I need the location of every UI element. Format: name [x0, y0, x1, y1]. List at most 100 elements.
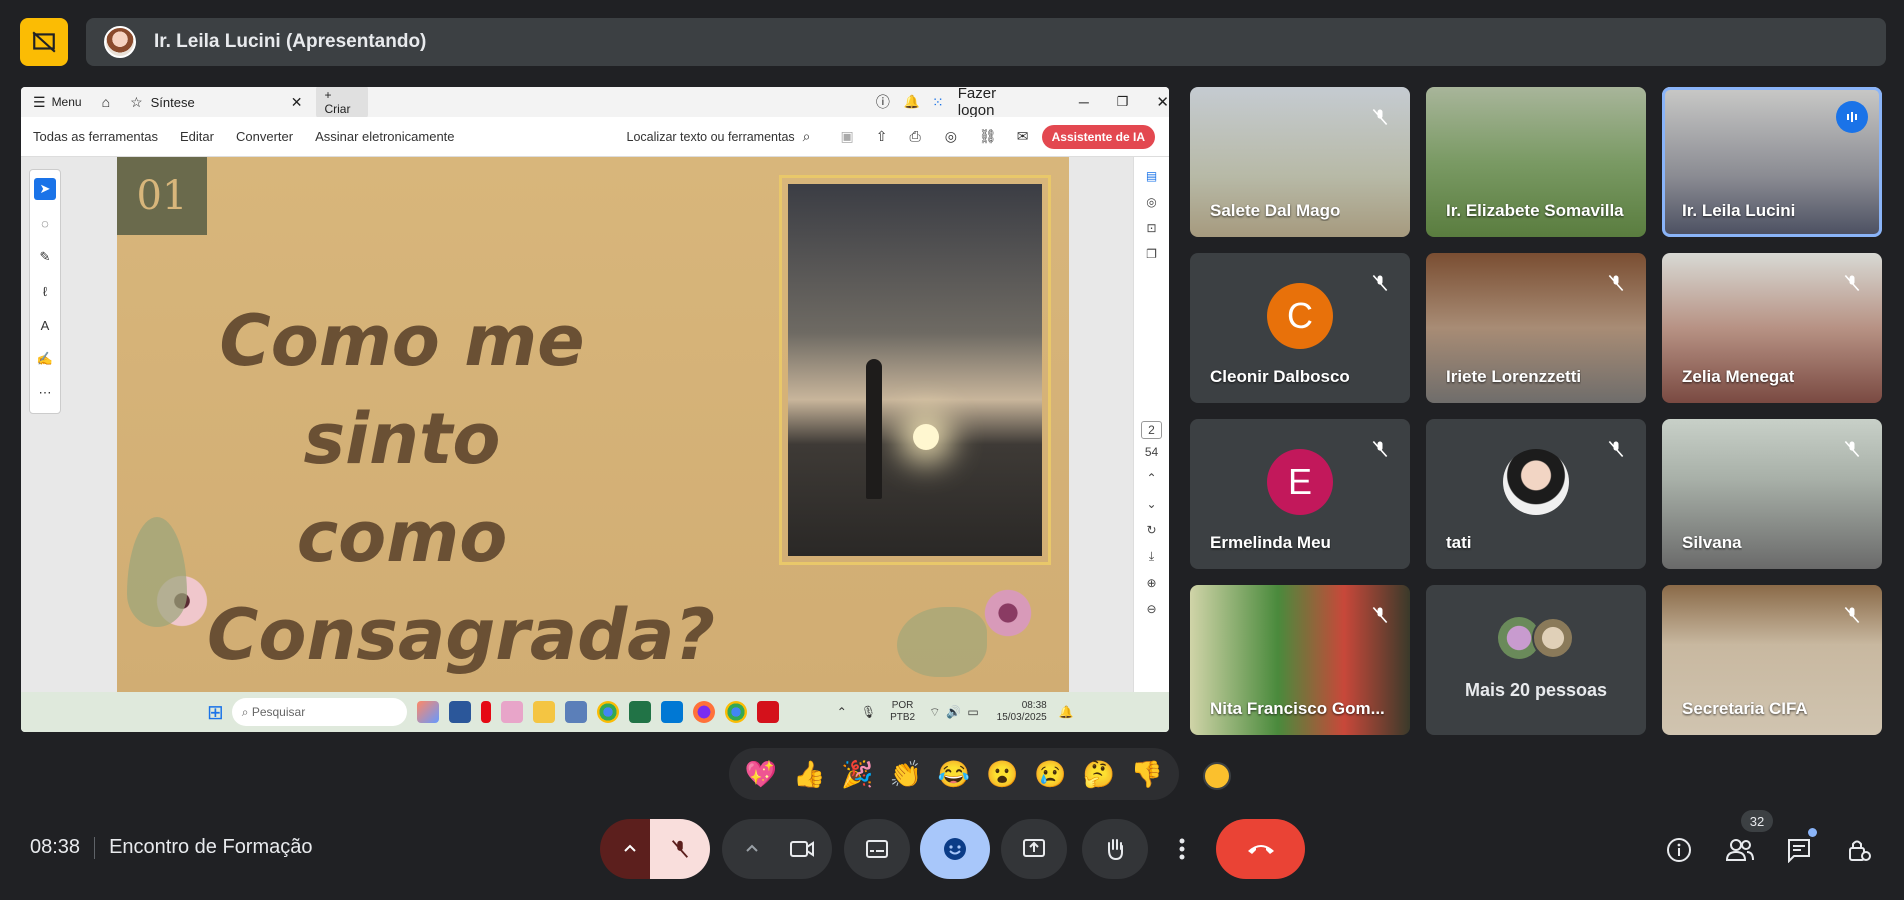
participant-tile[interactable]: Iriete Lorenzzetti	[1426, 253, 1646, 403]
minimize-icon[interactable]: ─	[1079, 94, 1089, 110]
excel-icon[interactable]	[628, 701, 651, 723]
upload-icon[interactable]: ⇧	[876, 128, 888, 145]
toolbar-item-convert[interactable]: Converter	[236, 129, 293, 144]
chrome-icon[interactable]	[724, 701, 747, 723]
sign-icon[interactable]: ✍	[34, 348, 56, 370]
close-tab-icon[interactable]: ✕	[291, 94, 303, 111]
people-button[interactable]	[1724, 834, 1756, 866]
link-icon[interactable]: ⛓	[979, 128, 997, 145]
clock[interactable]: 08:38 15/03/2025	[997, 700, 1047, 724]
wifi-icon[interactable]: ⌔	[929, 705, 940, 720]
acrobat-icon[interactable]	[756, 701, 779, 723]
skin-tone-button[interactable]	[1203, 762, 1231, 790]
participant-tile[interactable]: Silvana	[1662, 419, 1882, 569]
snipping-icon[interactable]	[500, 701, 523, 723]
toolbar-item-sign[interactable]: Assinar eletronicamente	[315, 129, 454, 144]
bell-icon[interactable]: 🔔	[904, 94, 920, 110]
notification-icon[interactable]: 🔔	[1059, 705, 1074, 719]
hamburger-icon[interactable]: ☰	[33, 94, 46, 111]
participant-tile[interactable]: Nita Francisco Gom...	[1190, 585, 1410, 735]
netflix-icon[interactable]	[480, 701, 491, 723]
chevron-down-icon[interactable]: ⌄	[1146, 497, 1156, 511]
new-tab-button[interactable]: + Criar	[316, 87, 368, 118]
copilot-icon[interactable]	[416, 701, 439, 723]
more-icon[interactable]: ⋯	[34, 382, 56, 404]
participant-tile[interactable]: tati	[1426, 419, 1646, 569]
reaction-heart[interactable]: 💖	[745, 759, 777, 790]
firefox-icon[interactable]	[692, 701, 715, 723]
rotate-icon[interactable]: ↻	[1146, 523, 1156, 537]
bookmark-icon[interactable]: ⊡	[1146, 221, 1156, 235]
reaction-thumbs-up[interactable]: 👍	[793, 759, 825, 790]
battery-icon[interactable]: ▭	[967, 705, 978, 719]
print-icon[interactable]: ⎙	[909, 128, 920, 145]
apps-icon[interactable]: ⁙	[932, 94, 944, 111]
reactions-button[interactable]	[920, 819, 990, 879]
text-icon[interactable]: A	[34, 314, 56, 336]
chevron-up-icon[interactable]: ⌃	[1146, 471, 1156, 485]
reaction-sad[interactable]: 😢	[1034, 759, 1066, 790]
more-participants-tile[interactable]: Mais 20 pessoas	[1426, 585, 1646, 735]
toolbar-item-all-tools[interactable]: Todas as ferramentas	[33, 129, 158, 144]
app-icon[interactable]	[564, 701, 587, 723]
reaction-surprised[interactable]: 😮	[986, 759, 1018, 790]
find-tools-input[interactable]: Localizar texto ou ferramentas	[627, 130, 795, 144]
explorer-icon[interactable]	[532, 701, 555, 723]
windows-start-icon[interactable]: ⊞	[207, 700, 224, 725]
camera-button[interactable]	[772, 819, 832, 879]
star-icon[interactable]: ☆	[130, 94, 143, 111]
raise-hand-button[interactable]	[1082, 819, 1148, 879]
participant-tile[interactable]: Secretaria CIFA	[1662, 585, 1882, 735]
participant-tile[interactable]: Ir. Leila Lucini	[1662, 87, 1882, 237]
edit-panel-icon[interactable]: ▤	[1146, 169, 1157, 183]
volume-icon[interactable]: 🔊	[946, 705, 961, 719]
reaction-thumbs-down[interactable]: 👎	[1131, 759, 1163, 790]
zoom-out-icon[interactable]: ⊖	[1146, 602, 1156, 616]
toolbar-item-edit[interactable]: Editar	[180, 129, 214, 144]
taskbar-search[interactable]: ⌕ Pesquisar	[231, 698, 407, 726]
mail-icon[interactable]: ✉	[1017, 128, 1029, 145]
comment-panel-icon[interactable]: ◎	[1146, 195, 1156, 209]
reaction-party[interactable]: 🎉	[841, 759, 873, 790]
captions-button[interactable]	[844, 819, 910, 879]
reaction-thinking[interactable]: 🤔	[1082, 759, 1114, 790]
present-button[interactable]	[1001, 819, 1067, 879]
present-off-button[interactable]	[20, 18, 68, 66]
more-options-button[interactable]	[1162, 819, 1202, 879]
host-controls-button[interactable]	[1843, 834, 1875, 866]
reaction-laugh[interactable]: 😂	[938, 759, 970, 790]
close-window-icon[interactable]: ✕	[1156, 93, 1169, 111]
home-icon[interactable]: ⌂	[102, 94, 110, 110]
leave-call-button[interactable]	[1216, 819, 1305, 879]
mic-tray-icon[interactable]: 🎙	[861, 705, 876, 719]
tray-chevron-icon[interactable]: ⌃	[837, 705, 847, 719]
participant-tile[interactable]: E Ermelinda Meu	[1190, 419, 1410, 569]
participant-tile[interactable]: C Cleonir Dalbosco	[1190, 253, 1410, 403]
help-icon[interactable]: ⓘ	[876, 92, 890, 112]
participant-tile[interactable]: Ir. Elizabete Somavilla	[1426, 87, 1646, 237]
search-icon[interactable]: ⌕	[803, 128, 811, 145]
tab-sintese[interactable]: Síntese	[151, 95, 195, 110]
restore-icon[interactable]: ❐	[1117, 94, 1129, 110]
chrome-icon[interactable]	[596, 701, 619, 723]
login-link[interactable]: Fazer logon	[958, 87, 1035, 119]
meeting-details-button[interactable]	[1663, 834, 1695, 866]
pages-icon[interactable]: ❐	[1146, 247, 1157, 261]
lasso-icon[interactable]: ℓ	[34, 280, 56, 302]
select-icon[interactable]: ➤	[34, 178, 56, 200]
store-icon[interactable]	[660, 701, 683, 723]
participant-tile[interactable]: Salete Dal Mago	[1190, 87, 1410, 237]
export-icon[interactable]: ⤓	[1149, 549, 1154, 564]
mic-button[interactable]	[650, 819, 710, 879]
save-icon[interactable]: ▣	[841, 128, 854, 145]
menu-label[interactable]: Menu	[52, 95, 82, 109]
meeting-title[interactable]: Encontro de Formação	[109, 836, 312, 859]
word-icon[interactable]	[448, 701, 471, 723]
comment-icon[interactable]: ◌	[34, 212, 56, 234]
language-indicator[interactable]: POR PTB2	[890, 700, 915, 724]
zoom-in-icon[interactable]: ⊕	[1146, 576, 1156, 590]
page-current[interactable]: 2	[1141, 421, 1162, 439]
pen-icon[interactable]: ✎	[34, 246, 56, 268]
share-icon[interactable]: ◎	[945, 128, 957, 145]
participant-tile[interactable]: Zelia Menegat	[1662, 253, 1882, 403]
